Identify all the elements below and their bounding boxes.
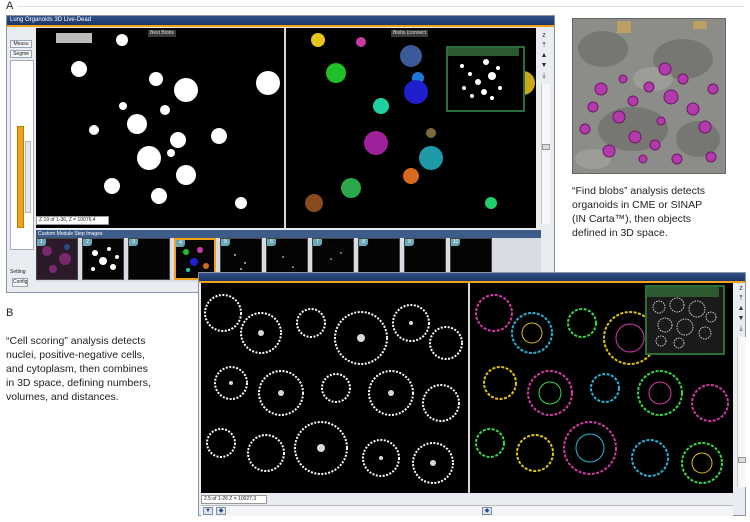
sidebar-slider[interactable] bbox=[17, 126, 24, 228]
measure-button[interactable]: Measu bbox=[10, 40, 32, 48]
caption-a-line: “Find blobs” analysis detects bbox=[572, 185, 706, 197]
viewport-area-b[interactable] bbox=[201, 283, 733, 493]
caption-b-line: nuclei, positive-negative cells, bbox=[6, 349, 145, 361]
window-b-titlebar bbox=[199, 273, 745, 281]
link-right-button[interactable]: ◆ bbox=[482, 507, 492, 515]
window-a-title: Lung Organoids 3D Live-Dead bbox=[7, 16, 554, 25]
thumbnail-number: 10 bbox=[451, 239, 460, 246]
viewer-controls-b: z ⤒ ▲ ▼ ⤓ bbox=[735, 285, 747, 493]
caption-b-line: in 3D space, defining numbers, bbox=[6, 377, 151, 389]
window-b-footer: ▼ ◆ ◆ bbox=[201, 505, 733, 516]
slice-scroll-thumb[interactable] bbox=[542, 144, 550, 150]
thumbnail-number: 2 bbox=[83, 239, 92, 246]
thumbnail-number: 9 bbox=[405, 239, 414, 246]
caption-a: “Find blobs” analysis detects organoids … bbox=[572, 184, 747, 240]
slice-up-icon[interactable]: ▲ bbox=[538, 52, 550, 60]
slice-scroll-thumb-b[interactable] bbox=[738, 457, 746, 463]
thumbnail-3[interactable]: 3 bbox=[128, 238, 170, 280]
first-slice-icon-b[interactable]: ⤒ bbox=[735, 295, 747, 303]
cell-mask-image bbox=[204, 294, 463, 484]
thumbnail-number: 1 bbox=[37, 239, 46, 246]
sidebar-scroll[interactable] bbox=[25, 141, 31, 213]
blob-mask-image bbox=[71, 34, 280, 209]
thumbnail-number: 7 bbox=[313, 239, 322, 246]
strip-title: Custom Module Step Images bbox=[36, 230, 541, 238]
slice-scrollbar[interactable] bbox=[541, 84, 550, 224]
thumbnail-number: 5 bbox=[221, 239, 230, 246]
thumbnail-number: 6 bbox=[267, 239, 276, 246]
zoom-icon[interactable]: z bbox=[538, 32, 550, 40]
segment-button[interactable]: Segme bbox=[10, 50, 32, 58]
window-b: z ⤒ ▲ ▼ ⤓ 2.5 of 1-26 Z = 10027.3 ▼ ◆ ◆ bbox=[198, 272, 746, 516]
thumbnail-number: 4 bbox=[176, 240, 185, 247]
slice-scrollbar-b[interactable] bbox=[737, 337, 746, 487]
overview-inset-b[interactable] bbox=[645, 285, 725, 355]
thumbnail-number: 8 bbox=[359, 239, 368, 246]
zoom-icon-b[interactable]: z bbox=[735, 285, 747, 293]
caption-b-line: and cytoplasm, then combines bbox=[6, 363, 148, 375]
caption-b: “Cell scoring” analysis detects nuclei, … bbox=[6, 334, 194, 404]
overview-inset[interactable] bbox=[446, 46, 525, 112]
window-a-accent-rule bbox=[7, 25, 554, 27]
viewer-controls: z ⤒ ▲ ▼ ⤓ bbox=[538, 32, 552, 228]
slice-up-icon-b[interactable]: ▲ bbox=[735, 305, 747, 313]
thumbnail-number: 3 bbox=[129, 239, 138, 246]
caption-b-line: “Cell scoring” analysis detects bbox=[6, 335, 146, 347]
thumbnail-2[interactable]: 2 bbox=[82, 238, 124, 280]
first-slice-icon[interactable]: ⤒ bbox=[538, 42, 550, 50]
last-slice-icon[interactable]: ⤓ bbox=[538, 72, 550, 80]
organoid-micrograph bbox=[572, 18, 726, 174]
panel-letter-a: A bbox=[6, 0, 14, 12]
config-button[interactable]: Config bbox=[12, 278, 28, 287]
caption-a-line: organoids in CME or SINAP bbox=[572, 199, 703, 211]
sidebar-panel bbox=[10, 60, 34, 250]
panel-letter-b: B bbox=[6, 307, 14, 319]
top-rule bbox=[18, 6, 744, 7]
overview-inset-b-image bbox=[647, 287, 719, 349]
caption-a-line: defined in 3D space. bbox=[572, 227, 668, 239]
status-z: Z 19 of 1-36, Z = 10076.4 bbox=[36, 216, 109, 225]
caption-a-line: (IN Carta™), then objects bbox=[572, 213, 692, 225]
organoid-micrograph-image bbox=[573, 19, 725, 173]
expand-down-button[interactable]: ▼ bbox=[203, 507, 213, 515]
link-left-button[interactable]: ◆ bbox=[216, 507, 226, 515]
overview-inset-image bbox=[448, 48, 519, 100]
thumbnail-1[interactable]: 1 bbox=[36, 238, 78, 280]
slice-down-icon-b[interactable]: ▼ bbox=[735, 315, 747, 323]
caption-b-line: volumes, and distances. bbox=[6, 391, 119, 403]
status-z-b: 2.5 of 1-26 Z = 10027.3 bbox=[201, 495, 267, 504]
window-a: Lung Organoids 3D Live-Dead Measu Segme … bbox=[6, 15, 555, 293]
viewport-area[interactable]: Best Blobs Blobs (connect bbox=[36, 28, 536, 228]
slice-down-icon[interactable]: ▼ bbox=[538, 62, 550, 70]
last-slice-icon-b[interactable]: ⤓ bbox=[735, 325, 747, 333]
